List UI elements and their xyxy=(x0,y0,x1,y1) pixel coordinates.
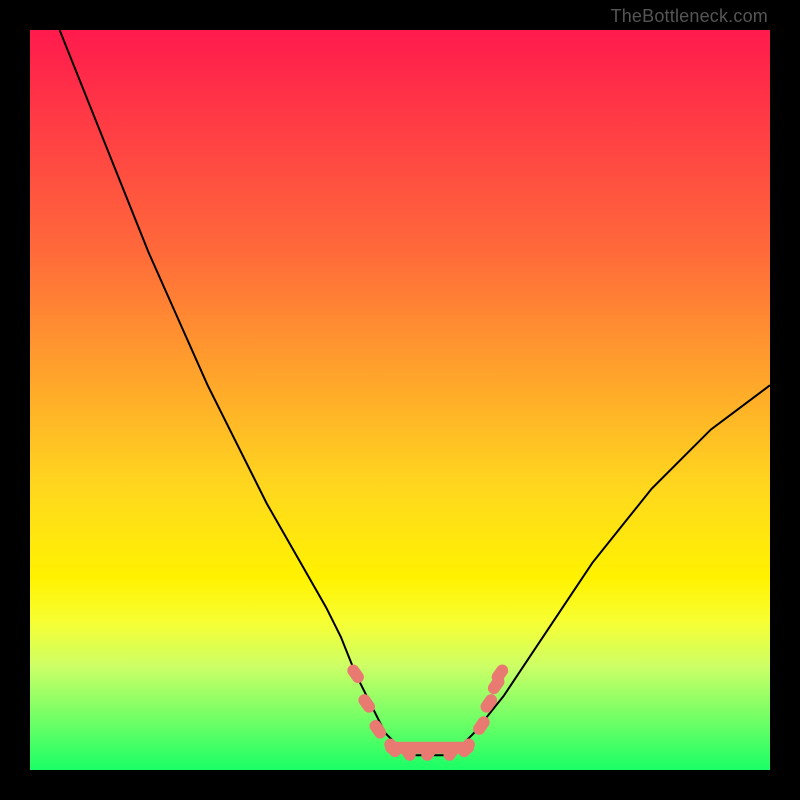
curve-marker xyxy=(367,718,388,741)
bottleneck-curve-svg xyxy=(30,30,770,770)
bottleneck-curve xyxy=(60,30,770,755)
watermark-text: TheBottleneck.com xyxy=(611,6,768,27)
chart-frame: TheBottleneck.com xyxy=(0,0,800,800)
plot-area xyxy=(30,30,770,770)
curve-marker xyxy=(478,692,499,715)
curve-marker xyxy=(345,662,366,685)
